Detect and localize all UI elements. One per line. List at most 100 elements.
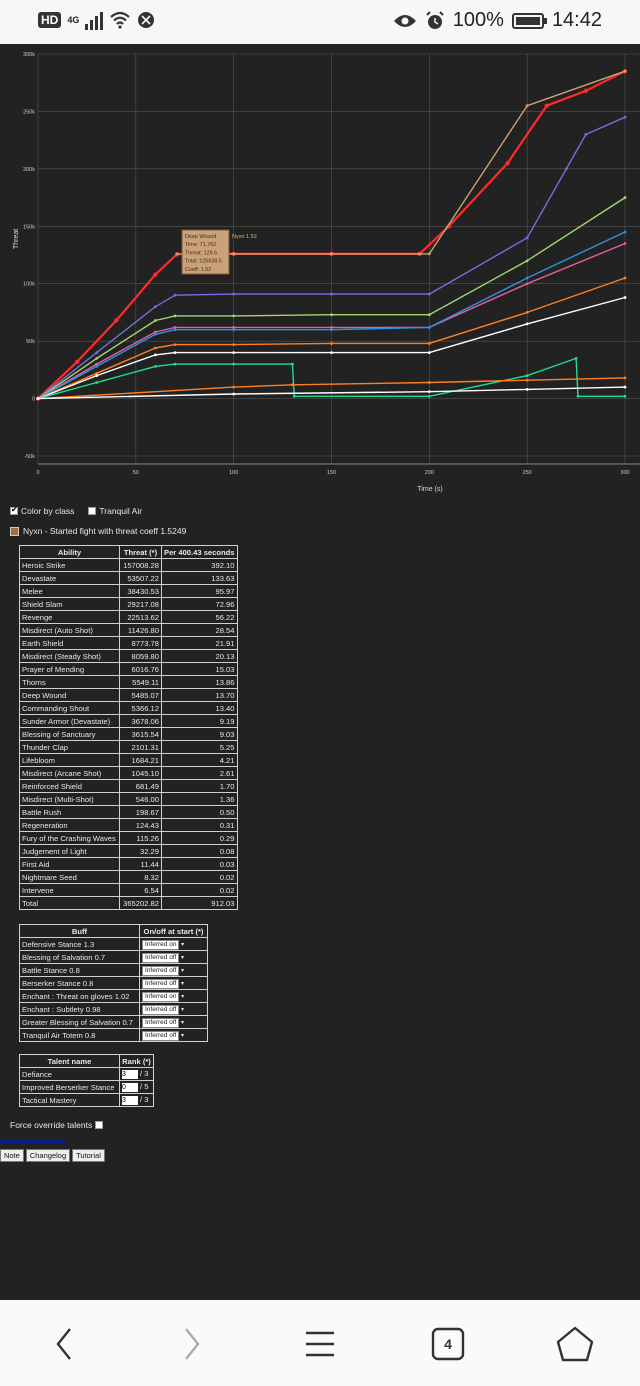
- force-override-checkbox[interactable]: [95, 1121, 104, 1129]
- ability-per-time: 13.86: [161, 675, 238, 689]
- data-point: [154, 365, 157, 368]
- ability-per-time: 95.97: [161, 584, 238, 598]
- data-point: [623, 394, 627, 398]
- buff-state-select[interactable]: Inferred on: [142, 939, 180, 950]
- tranquil-air-toggle[interactable]: Tranquil Air: [88, 506, 142, 516]
- color-by-class-checkbox[interactable]: [10, 505, 18, 515]
- data-point: [427, 292, 431, 296]
- color-by-class-label: Color by class: [21, 506, 75, 516]
- ability-threat: 365202.82: [119, 896, 162, 910]
- data-point: [427, 381, 431, 384]
- changelog-button[interactable]: Changelog: [25, 1149, 71, 1162]
- ability-threat: 11.44: [119, 857, 162, 871]
- table-row: Shield Slam 29217.08 72.96: [19, 597, 238, 611]
- ability-per-time: 1.36: [161, 792, 238, 806]
- table-row: Battle Stance 0.8 Inferred off ▾: [19, 963, 208, 977]
- tooltip-line: Threat: 129.6: [185, 250, 217, 256]
- x-tick-label: 100: [229, 470, 238, 476]
- ability-per-time: 5.25: [161, 740, 238, 754]
- buff-state-select[interactable]: Inferred off: [142, 965, 180, 976]
- talent-name: Defiance: [19, 1067, 120, 1081]
- x-tick-label: 0: [36, 470, 39, 476]
- tabs-button[interactable]: 4: [426, 1322, 470, 1366]
- forward-button[interactable]: [170, 1322, 214, 1366]
- y-tick-label: 50k: [26, 339, 35, 345]
- data-point: [292, 394, 296, 398]
- ability-name: Devastate: [19, 571, 120, 585]
- ability-name: Commanding Shout: [19, 701, 120, 715]
- chevron-down-icon: ▾: [179, 967, 185, 974]
- ability-name: Lifebloom: [19, 753, 120, 767]
- table-row: Thunder Clap 2101.31 5.25: [19, 740, 238, 754]
- tranquil-air-checkbox[interactable]: [88, 507, 97, 515]
- data-point: [525, 282, 529, 286]
- ability-name: Melee: [19, 584, 120, 598]
- ability-per-time: 1.70: [161, 779, 238, 793]
- buff-state-select[interactable]: Inferred off: [142, 1017, 180, 1028]
- talent-table-header: Rank (*): [119, 1054, 154, 1068]
- data-point: [427, 252, 431, 256]
- table-row: Berserker Stance 0.8 Inferred off ▾: [19, 976, 208, 990]
- ability-threat: 5366.12: [119, 701, 162, 715]
- y-tick-label: 0: [32, 397, 35, 403]
- tooltip-line: Deep Wound: [185, 234, 216, 240]
- table-row: Nightmare Seed 8.32 0.02: [19, 870, 238, 884]
- buff-state-select[interactable]: Inferred off: [142, 1030, 180, 1041]
- table-row: Battle Rush 198.67 0.50: [19, 805, 238, 819]
- color-by-class-toggle[interactable]: Color by class: [10, 505, 75, 516]
- data-point: [505, 160, 510, 166]
- table-row: Thorns 5549.11 13.86: [19, 675, 238, 689]
- data-point: [525, 276, 529, 280]
- table-row: Deep Wound 5485.07 13.70: [19, 688, 238, 702]
- buff-name: Tranquil Air Totem 0.8: [19, 1028, 140, 1042]
- link-bar[interactable]: [0, 1140, 66, 1143]
- note-button[interactable]: Note: [0, 1149, 24, 1162]
- buff-state-cell: Inferred off ▾: [139, 963, 208, 977]
- menu-button[interactable]: [298, 1322, 342, 1366]
- table-row: Misdirect (Steady Shot) 8059.80 20.13: [19, 649, 238, 663]
- ability-threat: 1684.21: [119, 753, 162, 767]
- talent-rank-input[interactable]: 3: [122, 1095, 138, 1105]
- ability-threat: 3678.06: [119, 714, 162, 728]
- buff-state-select[interactable]: Inferred off: [142, 952, 180, 963]
- tutorial-button[interactable]: Tutorial: [72, 1149, 105, 1162]
- talent-name: Improved Berserker Stance: [19, 1080, 120, 1094]
- data-point: [564, 167, 568, 171]
- talent-rank-input[interactable]: 0: [122, 1082, 138, 1092]
- ability-per-time: 28.54: [161, 623, 238, 637]
- table-row: Misdirect (Arcane Shot) 1045.10 2.61: [19, 766, 238, 780]
- table-row: Enchant : Threat on gloves 1.02 Inferred …: [19, 989, 208, 1003]
- data-point: [114, 318, 119, 323]
- ability-name: Blessing of Sanctuary: [19, 727, 120, 741]
- data-point: [232, 385, 236, 389]
- y-tick-label: 300k: [23, 52, 35, 58]
- fight-info: Nyxn - Started fight with threat coeff 1…: [10, 526, 186, 536]
- talent-rank-input[interactable]: 3: [122, 1069, 138, 1079]
- back-button[interactable]: [42, 1322, 86, 1366]
- data-point: [623, 385, 627, 389]
- buff-state-select[interactable]: Inferred off: [142, 1004, 180, 1015]
- wifi-icon: [110, 11, 131, 29]
- table-row: Lifebloom 1684.21 4.21: [19, 753, 238, 767]
- y-axis-label: Threat: [13, 229, 20, 249]
- player-color-swatch[interactable]: [10, 526, 19, 536]
- buff-state-select[interactable]: Inferred off: [142, 978, 180, 989]
- table-row: Misdirect (Multi-Shot) 546.00 1.36: [19, 792, 238, 806]
- buff-name: Battle Stance 0.8: [19, 963, 140, 977]
- data-point: [525, 387, 529, 391]
- table-row: Commanding Shout 5366.12 13.40: [19, 701, 238, 715]
- threat-chart[interactable]: 300k 250k 200k 150k 100k 50k 0 -50k 0 50 100 150 200…: [0, 44, 640, 504]
- data-point: [95, 356, 99, 360]
- home-button[interactable]: [552, 1322, 598, 1366]
- data-point: [525, 236, 529, 240]
- ability-threat: 8059.80: [119, 649, 162, 663]
- ability-name: Revenge: [19, 610, 120, 624]
- data-point: [95, 351, 99, 355]
- ability-per-time: 9.19: [161, 714, 238, 728]
- data-point: [173, 351, 177, 355]
- x-tick-label: 150: [327, 470, 336, 476]
- buff-state-select[interactable]: Inferred on: [142, 991, 180, 1002]
- ability-per-time: 2.61: [161, 766, 238, 780]
- y-tick-label: 150k: [23, 224, 35, 230]
- x-tick-label: 200: [425, 470, 434, 476]
